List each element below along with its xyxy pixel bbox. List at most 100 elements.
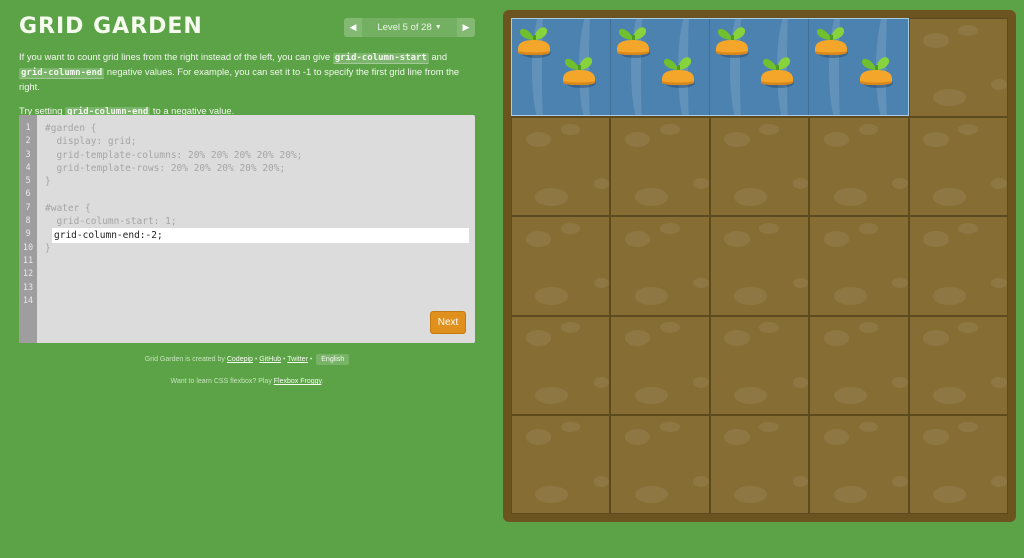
soil-cell: [511, 315, 611, 415]
soil-cell: [610, 414, 710, 514]
credits-text: Grid Garden is created by: [144, 356, 227, 363]
next-level-button[interactable]: ▶: [457, 18, 475, 37]
soil-rock: [833, 485, 867, 504]
previous-level-button[interactable]: ◀: [344, 18, 362, 37]
soil-rock: [892, 376, 908, 388]
soil-rock: [923, 32, 949, 49]
soil-rock: [693, 476, 709, 487]
code-line: #garden {: [45, 123, 97, 134]
water-area: [511, 18, 909, 116]
soil-cell: [610, 315, 710, 415]
carrot-icon: [859, 52, 893, 88]
soil-rock: [535, 485, 569, 504]
soil-rock: [792, 376, 809, 388]
soil-rock: [858, 421, 879, 433]
line-number: 6: [25, 189, 31, 200]
css-input-field[interactable]: [52, 228, 469, 243]
instruction-paragraph: If you want to count grid lines from the…: [19, 50, 475, 93]
code-line: }: [45, 242, 51, 254]
soil-rock: [724, 230, 750, 247]
carrot-icon: [616, 22, 650, 58]
soil-rock: [724, 131, 750, 148]
line-number: 4: [25, 162, 31, 173]
soil-rock: [932, 287, 967, 305]
soil-rock: [958, 24, 978, 36]
soil-rock: [958, 322, 978, 334]
soil-rock: [923, 131, 949, 148]
water-cell: [512, 19, 611, 115]
soil-rock: [535, 188, 569, 206]
github-link[interactable]: GitHub: [259, 356, 281, 363]
soil-rock: [991, 178, 1007, 190]
soil-rock: [724, 429, 750, 445]
soil-rock: [923, 429, 949, 445]
css-editor: 1 2 3 4 5 6 7 8 9 10 11 12 13 14 #garden { display: g…: [19, 115, 475, 343]
soil-rock: [892, 476, 908, 487]
soil-rock: [858, 124, 879, 135]
soil-rock: [660, 124, 680, 135]
line-number: 1: [25, 123, 31, 133]
soil-rock: [535, 287, 569, 305]
soil-rock: [759, 322, 779, 334]
code-line: }: [45, 176, 51, 188]
instruction-text: and: [428, 51, 448, 62]
line-number: 11: [22, 255, 34, 266]
soil-rock: [892, 178, 908, 190]
carrot-icon: [517, 22, 551, 58]
flexbox-froggy-link[interactable]: Flexbox Froggy: [274, 378, 322, 385]
soil-rock: [525, 330, 551, 346]
soil-cell: [908, 18, 1008, 118]
promo: Want to learn CSS flexbox? Play Flexbox …: [19, 378, 475, 385]
soil-rock: [693, 178, 709, 190]
carrot-icon: [760, 52, 794, 88]
line-number: 13: [22, 282, 34, 293]
soil-rock: [660, 322, 680, 334]
soil-rock: [625, 330, 651, 346]
soil-rock: [693, 277, 709, 289]
line-number: 8: [25, 216, 31, 227]
soil-rock: [932, 88, 967, 107]
caret-down-icon: ▼: [434, 24, 442, 31]
line-number: 12: [22, 269, 34, 280]
soil-rock: [734, 386, 768, 405]
carrot-icon: [661, 52, 695, 88]
soil-cell: [511, 117, 611, 217]
soil-cell: [809, 414, 909, 514]
soil-rock: [625, 230, 651, 247]
soil-rock: [634, 386, 668, 405]
level-dropdown[interactable]: Level 5 of 28 ▼: [362, 18, 457, 37]
twitter-link[interactable]: Twitter: [287, 356, 308, 363]
soil-cell: [709, 117, 810, 217]
soil-cell: [908, 315, 1008, 415]
language-selector[interactable]: English: [316, 354, 350, 365]
soil-rock: [858, 223, 879, 234]
soil-cell: [511, 216, 611, 316]
soil-rock: [958, 223, 978, 234]
soil-rock: [932, 386, 967, 405]
code-term: grid-column-start: [332, 53, 429, 64]
soil-cell: [610, 117, 710, 217]
soil-rock: [923, 330, 949, 346]
soil-rock: [823, 230, 850, 247]
soil-rock: [724, 330, 750, 346]
next-button[interactable]: Next: [430, 311, 466, 334]
soil-rock: [525, 230, 551, 247]
soil-rock: [932, 188, 967, 206]
soil-rock: [660, 223, 680, 234]
soil-rock: [991, 476, 1007, 487]
separator: •: [307, 356, 315, 363]
codepip-link[interactable]: Codepip: [227, 356, 253, 363]
left-triangle-icon: ◀: [349, 22, 357, 32]
soil-rock: [660, 421, 680, 433]
soil-cell: [809, 315, 909, 415]
instruction-text: If you want to count grid lines from the…: [19, 51, 333, 62]
soil-rock: [833, 188, 867, 206]
code-line: grid-template-rows: 20% 20% 20% 20% 20%;: [45, 162, 286, 174]
garden-board: [503, 10, 1016, 522]
right-triangle-icon: ▶: [462, 22, 470, 32]
level-indicator: Level 5 of 28: [377, 22, 432, 33]
soil-cell: [610, 216, 710, 316]
soil-rock: [991, 277, 1007, 289]
code-line: display: grid;: [45, 136, 137, 148]
